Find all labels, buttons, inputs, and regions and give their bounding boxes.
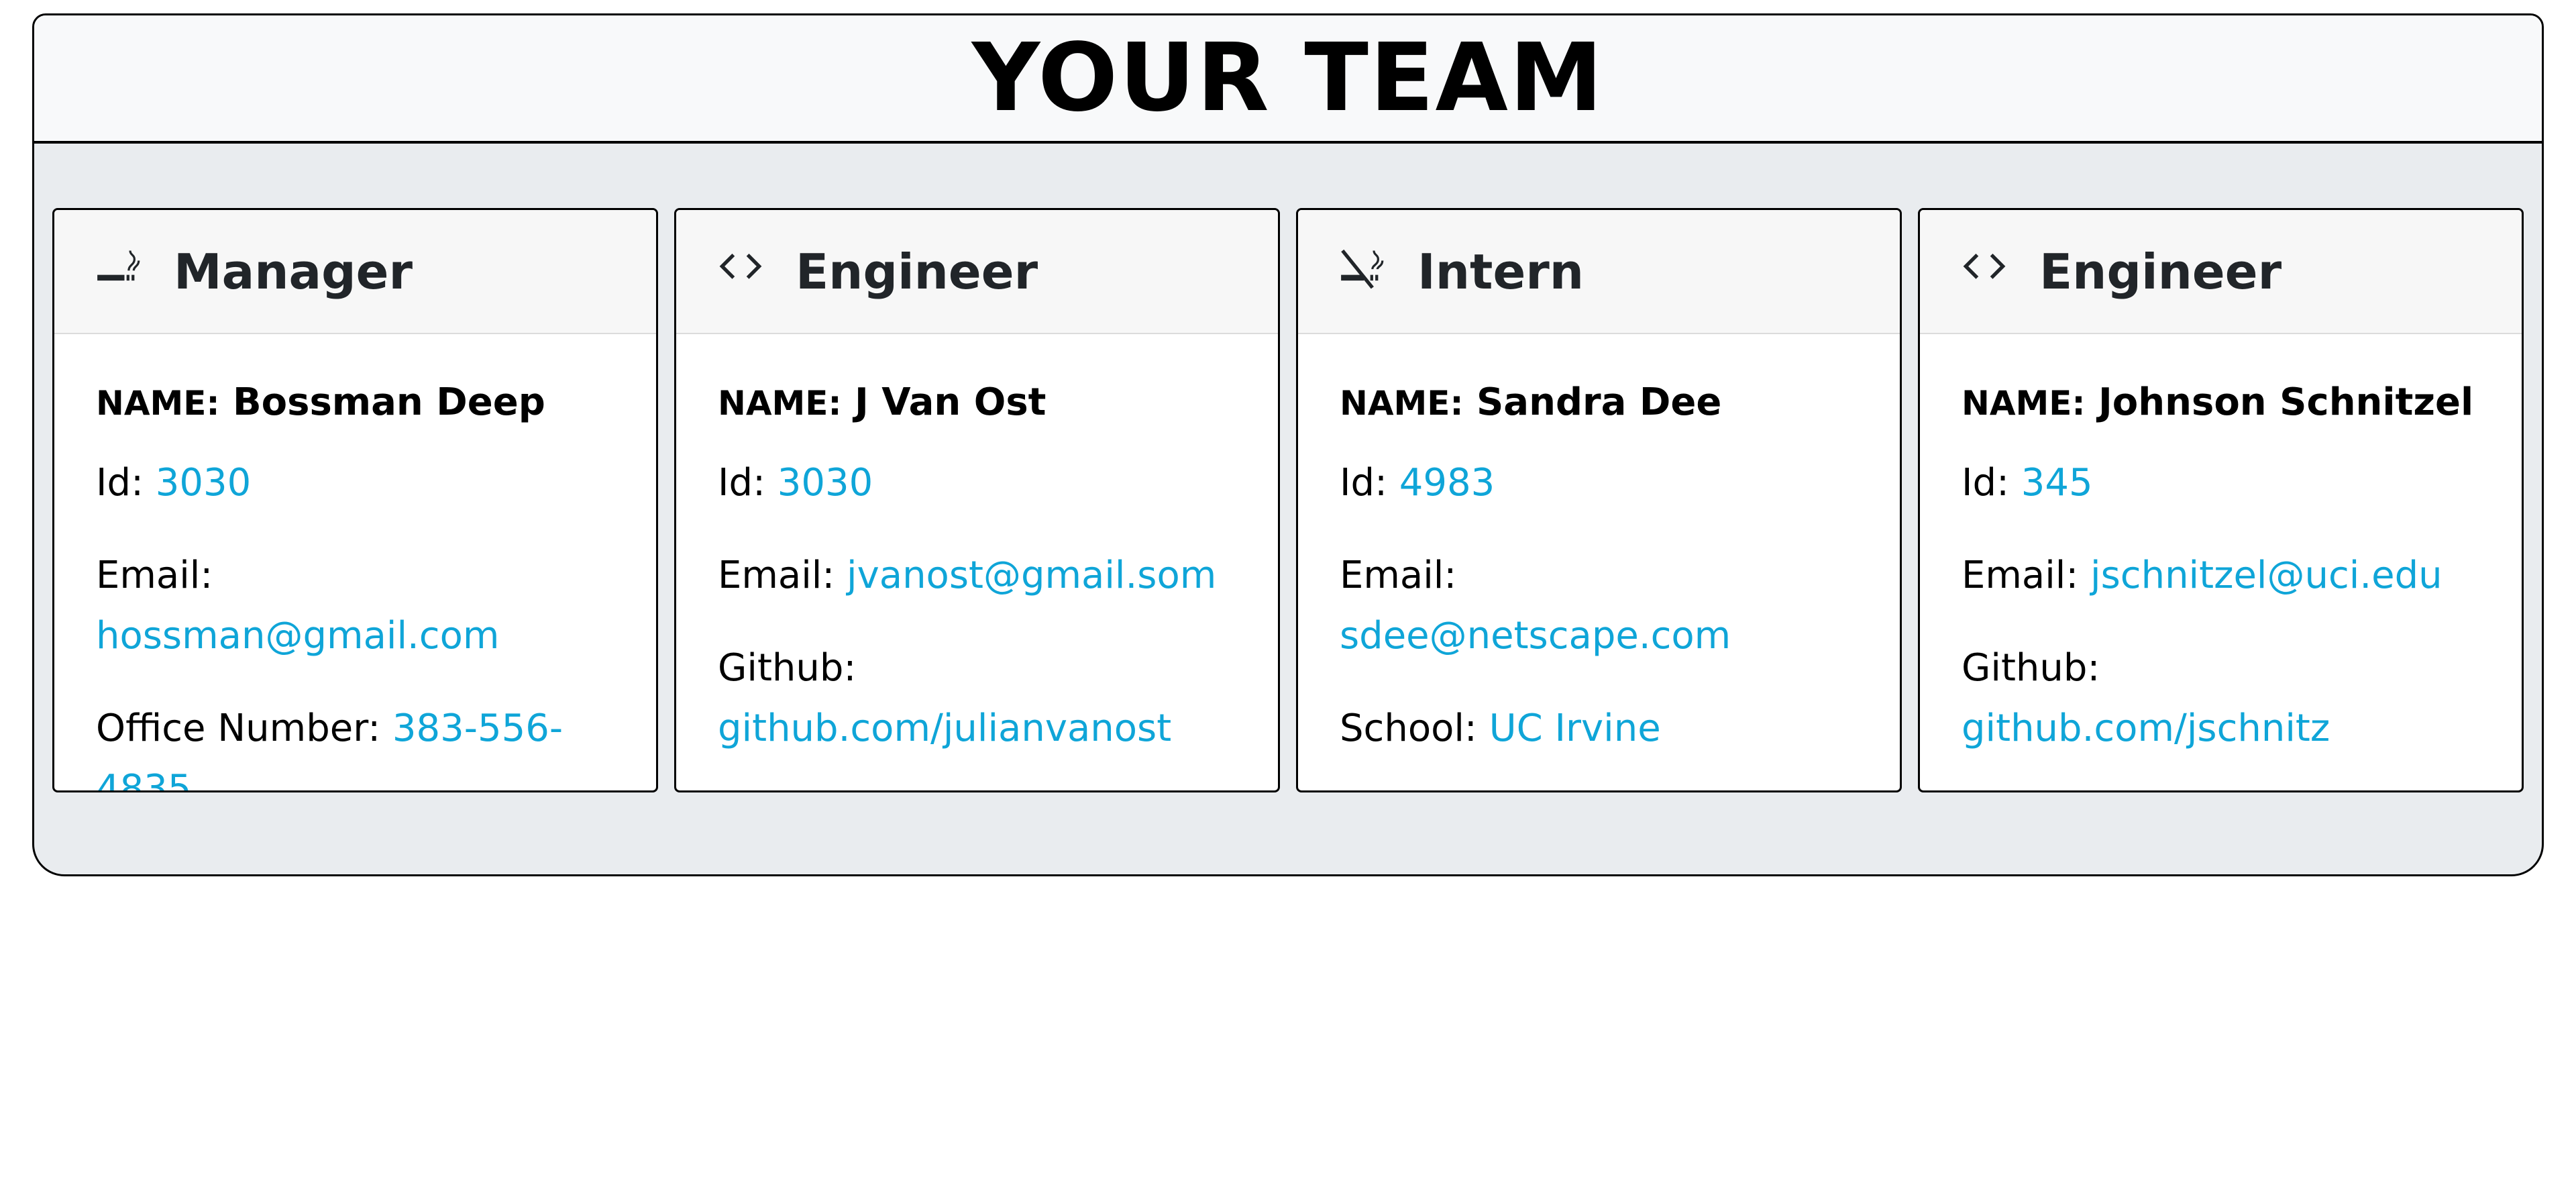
employee-name: NAME: J Van Ost [718, 380, 1046, 424]
employee-name: NAME: Johnson Schnitzel [1962, 380, 2474, 424]
employee-id: Id: 4983 [1340, 461, 1495, 505]
employee-github: Github: github.com/julianvanost [718, 646, 1172, 750]
page-header: YOUR TEAM [34, 15, 2542, 144]
employee-office-number: Office Number: 383-556-4835 [96, 699, 614, 790]
code-icon [718, 245, 763, 291]
employee-card-engineer: Engineer NAME: J Van Ost Id: 3030 Email:… [674, 208, 1280, 792]
email-link[interactable]: sdee@netscape.com [1340, 614, 1731, 658]
employee-id: Id: 3030 [718, 461, 873, 505]
card-header: Engineer [1920, 210, 2522, 334]
employee-card-intern: Intern NAME: Sandra Dee Id: 4983 Email: … [1296, 208, 1902, 792]
card-role: Manager [174, 243, 413, 300]
email-link[interactable]: hossman@gmail.com [96, 614, 499, 658]
page-title: YOUR TEAM [971, 23, 1605, 133]
team-cards: Manager NAME: Bossman Deep Id: 3030 Emai… [52, 208, 2524, 792]
employee-email: Email: jvanost@gmail.som [718, 554, 1217, 597]
card-role: Engineer [796, 243, 1038, 300]
email-link[interactable]: jschnitzel@uci.edu [2090, 554, 2443, 597]
employee-email: Email: sdee@netscape.com [1340, 554, 1731, 658]
employee-github: Github: github.com/jschnitz [1962, 646, 2330, 750]
employee-card-engineer: Engineer NAME: Johnson Schnitzel Id: 345… [1918, 208, 2524, 792]
github-link[interactable]: github.com/julianvanost [718, 707, 1171, 750]
card-header: Engineer [676, 210, 1278, 334]
card-body: NAME: Bossman Deep Id: 3030 Email: hossm… [54, 334, 656, 790]
card-header: Intern [1298, 210, 1900, 334]
employee-name: NAME: Bossman Deep [96, 380, 545, 424]
card-body: NAME: Sandra Dee Id: 4983 Email: sdee@ne… [1298, 334, 1900, 759]
card-body: NAME: Johnson Schnitzel Id: 345 Email: j… [1920, 334, 2522, 759]
employee-id: Id: 345 [1962, 461, 2093, 505]
employee-email: Email: hossman@gmail.com [96, 554, 500, 658]
github-link[interactable]: github.com/jschnitz [1962, 707, 2330, 750]
card-role: Engineer [2039, 243, 2282, 300]
team-page: YOUR TEAM Manager NAME: Bossman Deep Id:… [32, 13, 2544, 876]
smoking-icon [96, 245, 142, 291]
email-link[interactable]: jvanost@gmail.som [847, 554, 1216, 597]
employee-card-manager: Manager NAME: Bossman Deep Id: 3030 Emai… [52, 208, 658, 792]
school-value: UC Irvine [1489, 707, 1661, 750]
employee-school: School: UC Irvine [1340, 707, 1661, 750]
no-smoking-icon [1340, 245, 1385, 291]
card-body: NAME: J Van Ost Id: 3030 Email: jvanost@… [676, 334, 1278, 759]
employee-email: Email: jschnitzel@uci.edu [1962, 554, 2443, 597]
card-role: Intern [1417, 243, 1585, 300]
employee-name: NAME: Sandra Dee [1340, 380, 1722, 424]
card-header: Manager [54, 210, 656, 334]
employee-id: Id: 3030 [96, 461, 252, 505]
code-icon [1962, 245, 2007, 291]
